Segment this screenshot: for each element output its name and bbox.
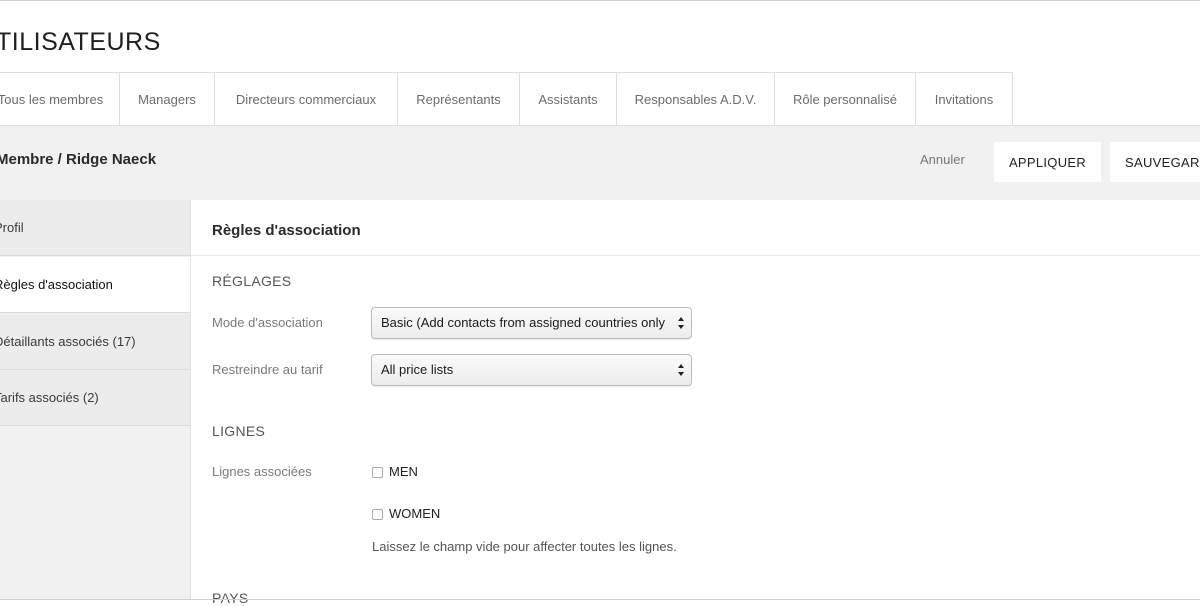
select-arrows-icon (678, 317, 684, 329)
sidebar-item-label: Tarifs associés (2) (0, 390, 99, 405)
sidebar-item-price-lists[interactable]: Tarifs associés (2) (0, 370, 190, 426)
window-top-border (0, 0, 1200, 1)
line-men-label: MEN (389, 464, 418, 479)
sidebar-background (0, 427, 190, 600)
page-title: TILISATEURS (0, 28, 161, 56)
settings-section-title: RÉGLAGES (212, 273, 292, 289)
restrict-price-label: Restreindre au tarif (212, 362, 323, 377)
panel-title: Règles d'association (212, 222, 361, 239)
member-sidebar: Profil Règles d'association Détaillants … (0, 200, 191, 600)
association-mode-value: Basic (Add contacts from assigned countr… (381, 315, 665, 330)
sidebar-item-label: Règles d'association (0, 277, 113, 292)
restrict-price-value: All price lists (381, 362, 454, 377)
lines-help-text: Laissez le champ vide pour affecter tout… (372, 539, 677, 554)
sidebar-item-label: Profil (0, 220, 24, 235)
sidebar-item-association-rules[interactable]: Règles d'association (0, 257, 190, 313)
restrict-price-select[interactable]: All price lists (371, 354, 692, 386)
line-women-label: WOMEN (389, 506, 441, 521)
association-mode-label: Mode d'association (212, 315, 323, 330)
sidebar-item-label: Détaillants associés (17) (0, 334, 136, 349)
apply-button[interactable]: APPLIQUER (994, 142, 1101, 182)
tab-assistants[interactable]: Assistants (520, 73, 617, 126)
tab-invitations[interactable]: Invitations (916, 73, 1013, 126)
sidebar-item-profile[interactable]: Profil (0, 200, 190, 256)
lines-section-title: LIGNES (212, 423, 266, 439)
country-section-title: PAYS (212, 590, 249, 606)
panel-header: Règles d'association (191, 200, 1200, 256)
association-rules-panel: Règles d'association RÉGLAGES Mode d'ass… (191, 200, 1200, 606)
sidebar-item-retailers[interactable]: Détaillants associés (17) (0, 314, 190, 370)
associated-lines-label: Lignes associées (212, 464, 312, 479)
select-arrows-icon (678, 364, 684, 376)
tab-representatives[interactable]: Représentants (398, 73, 520, 126)
association-mode-select[interactable]: Basic (Add contacts from assigned countr… (371, 307, 692, 339)
line-men-checkbox[interactable] (372, 467, 383, 478)
line-women-checkbox[interactable] (372, 509, 383, 520)
tab-managers[interactable]: Managers (120, 73, 215, 126)
role-tabs: Tous les membres Managers Directeurs com… (0, 72, 1013, 127)
member-breadcrumb: Membre / Ridge Naeck (0, 151, 157, 168)
tab-adv-managers[interactable]: Responsables A.D.V. (617, 73, 775, 126)
cancel-button[interactable]: Annuler (920, 152, 965, 167)
tab-custom-role[interactable]: Rôle personnalisé (775, 73, 916, 126)
save-button[interactable]: SAUVEGARDER (1110, 142, 1200, 182)
tab-sales-directors[interactable]: Directeurs commerciaux (215, 73, 398, 126)
tab-all-members[interactable]: Tous les membres (0, 73, 120, 126)
